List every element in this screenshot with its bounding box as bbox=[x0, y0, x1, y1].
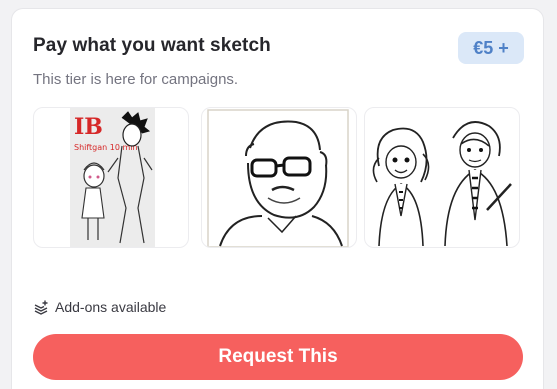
tier-description: This tier is here for campaigns. bbox=[33, 71, 239, 88]
gallery-image-1[interactable]: IB Shiftgan 10 min bbox=[33, 107, 189, 248]
request-this-button[interactable]: Request This bbox=[33, 334, 523, 380]
addons-info: Add-ons available bbox=[33, 299, 166, 315]
tier-title: Pay what you want sketch bbox=[33, 35, 271, 56]
layers-plus-icon bbox=[33, 299, 49, 315]
addons-label: Add-ons available bbox=[55, 299, 167, 315]
sketch-caption: IB bbox=[74, 114, 103, 140]
sketch-paper bbox=[207, 109, 349, 247]
tier-card: Pay what you want sketch €5 + This tier … bbox=[11, 8, 544, 389]
gallery-image-2[interactable] bbox=[201, 107, 357, 248]
gallery-image-3[interactable] bbox=[364, 107, 520, 248]
price-badge: €5 + bbox=[458, 32, 524, 64]
